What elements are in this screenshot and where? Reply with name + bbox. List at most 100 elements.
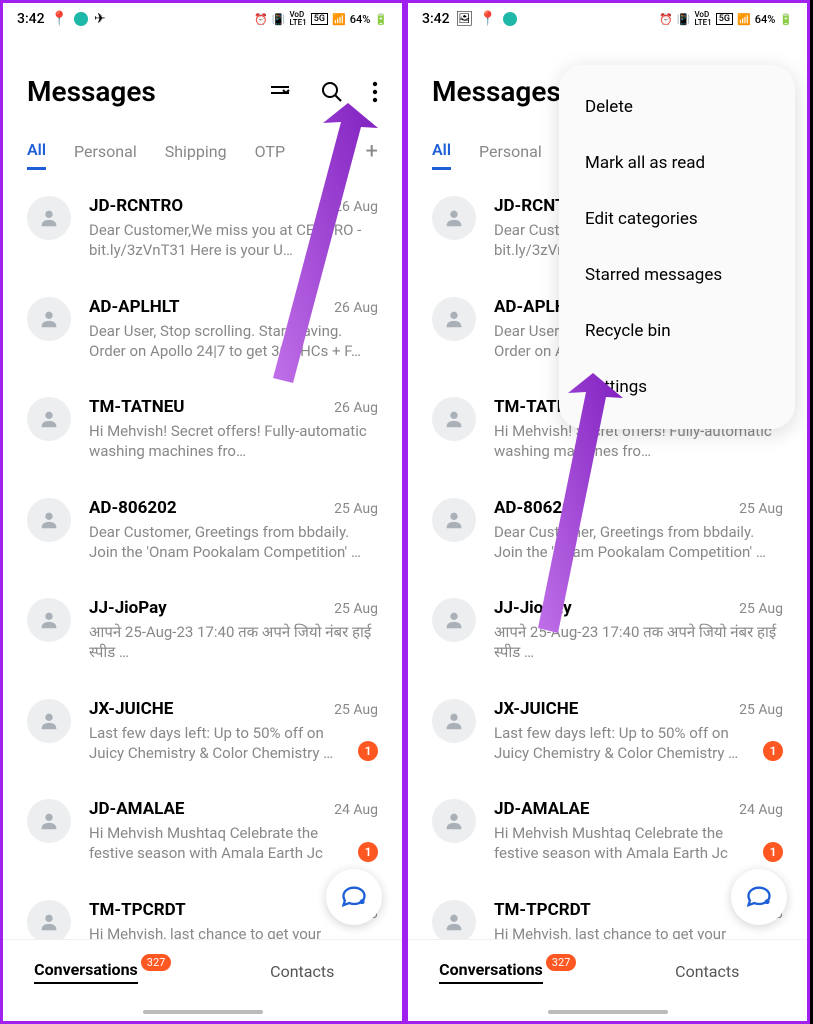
nav-handle[interactable] (143, 1010, 263, 1014)
avatar (27, 900, 71, 944)
avatar (27, 397, 71, 441)
menu-edit-categories[interactable]: Edit categories (559, 191, 795, 247)
conversation-item[interactable]: AD-806202 25 Aug Dear Customer, Greeting… (408, 480, 807, 581)
menu-delete[interactable]: Delete (559, 79, 795, 135)
date-label: 24 Aug (739, 802, 783, 818)
sender-label: JD-AMALAE (494, 799, 589, 819)
preview-text: आपने 25-Aug-23 17:40 तक अपने जियो नंबर ह… (89, 622, 378, 663)
bottom-navigation: Conversations 327 Contacts (3, 939, 402, 1021)
tab-conversations[interactable]: Conversations 327 (3, 940, 203, 1021)
date-label: 26 Aug (334, 300, 378, 316)
tab-all[interactable]: All (27, 132, 46, 170)
app-icon (74, 12, 88, 26)
date-label: 26 Aug (334, 199, 378, 215)
conversations-badge: 327 (546, 954, 577, 971)
compose-button[interactable] (326, 869, 382, 925)
avatar (432, 799, 476, 843)
compose-button[interactable] (731, 869, 787, 925)
sender-label: JJ-JioPay (89, 598, 167, 618)
date-label: 26 Aug (334, 400, 378, 416)
preview-text: Dear Customer, Greetings from bbdaily. J… (89, 522, 378, 563)
filter-icon[interactable] (268, 80, 292, 104)
sender-label: AD-806202 (494, 498, 582, 518)
avatar (432, 699, 476, 743)
preview-text: Dear User, Stop scrolling. Start saving.… (89, 321, 378, 362)
page-title: Messages (27, 75, 156, 108)
tab-contacts[interactable]: Contacts (203, 940, 403, 1021)
conversation-item[interactable]: JJ-JioPay 25 Aug आपने 25-Aug-23 17:40 तक… (3, 580, 402, 681)
conversation-item[interactable]: JD-AMALAE 24 Aug Hi Mehvish Mushtaq Cele… (408, 781, 807, 882)
app-icon (503, 12, 517, 26)
battery-text: 64% (350, 13, 371, 26)
tab-shipping[interactable]: Shipping (165, 134, 227, 169)
vibrate-icon: 📳 (677, 13, 691, 26)
date-label: 25 Aug (334, 501, 378, 517)
tab-all[interactable]: All (432, 132, 451, 170)
conversation-item[interactable]: AD-APLHLT 26 Aug Dear User, Stop scrolli… (3, 279, 402, 380)
sender-label: JD-AMALAE (89, 799, 184, 819)
date-label: 25 Aug (334, 702, 378, 718)
overflow-menu-icon[interactable] (372, 80, 378, 104)
net-indicator: VoDLTE1 (694, 11, 711, 27)
tab-otp[interactable]: OTP (255, 134, 285, 169)
conversation-item[interactable]: JD-RCNTRO 26 Aug Dear Customer,We miss y… (3, 178, 402, 279)
menu-mark-all-read[interactable]: Mark all as read (559, 135, 795, 191)
avatar (432, 196, 476, 240)
conversation-item[interactable]: JX-JUICHE 25 Aug Last few days left: Up … (408, 681, 807, 782)
telegram-icon: ✈ (94, 11, 106, 27)
tab-contacts[interactable]: Contacts (608, 940, 808, 1021)
conversation-item[interactable]: JX-JUICHE 25 Aug Last few days left: Up … (3, 681, 402, 782)
tab-personal[interactable]: Personal (479, 134, 542, 169)
avatar (27, 297, 71, 341)
sender-label: TM-TPCRDT (89, 900, 186, 920)
conversation-item[interactable]: TM-TATNEU 26 Aug Hi Mehvish! Secret offe… (3, 379, 402, 480)
status-time: 3:42 (17, 11, 45, 27)
battery-icon: 🔋 (374, 13, 388, 26)
add-category-icon[interactable]: + (366, 139, 378, 164)
date-label: 25 Aug (739, 501, 783, 517)
preview-text: आपने 25-Aug-23 17:40 तक अपने जियो नंबर ह… (494, 622, 783, 663)
bottom-navigation: Conversations 327 Contacts (408, 939, 807, 1021)
alarm-icon: ⏰ (254, 13, 268, 26)
preview-text: Hi Mehvish! Secret offers! Fully-automat… (89, 421, 378, 462)
menu-starred[interactable]: Starred messages (559, 247, 795, 303)
avatar (27, 598, 71, 642)
preview-text: Hi Mehvish Mushtaq Celebrate the festive… (89, 823, 348, 864)
avatar (27, 799, 71, 843)
menu-settings[interactable]: Settings (559, 359, 795, 415)
date-label: 24 Aug (334, 802, 378, 818)
conversation-item[interactable]: JJ-JioPay 25 Aug आपने 25-Aug-23 17:40 तक… (408, 580, 807, 681)
5g-icon: 5G (311, 13, 328, 25)
unread-badge: 1 (763, 842, 783, 862)
5g-icon: 5G (716, 13, 733, 25)
preview-text: Last few days left: Up to 50% off on Jui… (494, 723, 753, 764)
conversation-item[interactable]: AD-806202 25 Aug Dear Customer, Greeting… (3, 480, 402, 581)
battery-icon: 🔋 (779, 13, 793, 26)
preview-text: Dear Customer, Greetings from bbdaily. J… (494, 522, 783, 563)
preview-text: Dear Customer,We miss you at CENTRO - bi… (89, 220, 378, 261)
nav-handle[interactable] (548, 1010, 668, 1014)
tab-personal[interactable]: Personal (74, 134, 137, 169)
sender-label: JD-RCNTRO (89, 196, 183, 216)
avatar (432, 498, 476, 542)
sender-label: JX-JUICHE (494, 699, 578, 719)
location-icon: 📍 (479, 11, 496, 27)
conversations-badge: 327 (141, 954, 172, 971)
avatar (27, 699, 71, 743)
search-icon[interactable] (320, 80, 344, 104)
sender-label: TM-TPCRDT (494, 900, 591, 920)
date-label: 25 Aug (739, 702, 783, 718)
menu-recycle-bin[interactable]: Recycle bin (559, 303, 795, 359)
tab-conversations[interactable]: Conversations 327 (408, 940, 608, 1021)
avatar (27, 498, 71, 542)
conversation-item[interactable]: JD-AMALAE 24 Aug Hi Mehvish Mushtaq Cele… (3, 781, 402, 882)
avatar (432, 397, 476, 441)
gallery-icon: 🖼 (456, 11, 474, 27)
sender-label: AD-806202 (89, 498, 177, 518)
overflow-menu: Delete Mark all as read Edit categories … (559, 65, 795, 429)
unread-badge: 1 (763, 741, 783, 761)
sender-label: AD-APLHLT (89, 297, 180, 317)
avatar (432, 297, 476, 341)
avatar (432, 598, 476, 642)
date-label: 25 Aug (739, 601, 783, 617)
